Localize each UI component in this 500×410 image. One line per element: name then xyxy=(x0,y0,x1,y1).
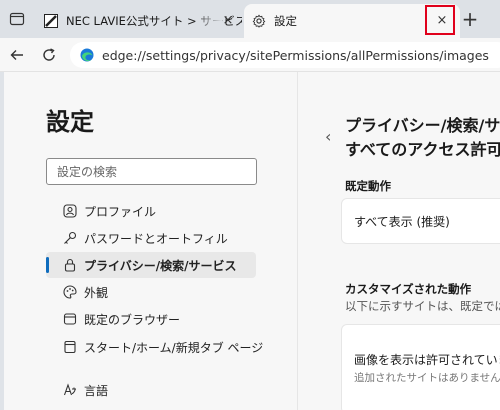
settings-page: 設定 プロファイル パスワードとオートフィル プライバシー/検索/サービス xyxy=(4,72,500,410)
chevron-left-icon[interactable]: ‹ xyxy=(325,127,331,146)
sidebar-item-label: プロファイル xyxy=(84,204,157,219)
default-behavior-label: 既定動作 xyxy=(345,179,391,193)
allowed-empty-text: 追加されたサイトはありません xyxy=(354,372,500,384)
page-title: 設定 xyxy=(46,108,94,136)
settings-main: ‹ プライバシー/検索/サービス すべてのアクセス許可 既定動作 すべて表示 (… xyxy=(299,72,500,410)
allowed-sites-card[interactable]: 画像を表示は許可されています 追加されたサイトはありません xyxy=(341,324,500,410)
new-tab-button[interactable]: + xyxy=(460,9,480,29)
gear-icon xyxy=(252,14,266,28)
key-icon xyxy=(62,230,78,246)
sidebar-item-label: プライバシー/検索/サービス xyxy=(84,258,237,273)
sidebar-item-appearance[interactable]: 外観 xyxy=(46,279,108,305)
sidebar-item-profile[interactable]: プロファイル xyxy=(46,198,156,224)
tab-actions-menu-icon[interactable] xyxy=(8,10,26,28)
language-icon xyxy=(62,382,78,398)
tab-nec-lavie[interactable]: NEC LAVIE公式サイト > サービス&サポート × xyxy=(36,4,242,38)
edge-logo-icon xyxy=(80,48,94,62)
section-title: プライバシー/検索/サービス xyxy=(345,116,500,135)
lock-icon xyxy=(62,257,78,273)
settings-search-input[interactable] xyxy=(46,158,257,185)
sidebar-item-label: スタート/ホーム/新規タブ ページ xyxy=(84,340,264,355)
address-bar[interactable]: edge://settings/privacy/sitePermissions/… xyxy=(70,42,500,68)
active-indicator xyxy=(46,257,49,273)
sidebar-item-default-browser[interactable]: 既定のブラウザー xyxy=(46,306,180,332)
sidebar-item-privacy[interactable]: プライバシー/検索/サービス xyxy=(46,252,256,278)
profile-icon xyxy=(62,203,78,219)
nec-favicon-icon xyxy=(44,14,58,28)
sidebar-item-label: 言語 xyxy=(84,383,109,398)
default-behavior-value: すべて表示 (推奨) xyxy=(354,215,450,229)
tab-title: 設定 xyxy=(274,14,297,28)
back-button[interactable] xyxy=(6,44,28,66)
sidebar-item-label: 既定のブラウザー xyxy=(84,312,181,327)
custom-behavior-label: カスタマイズされた動作 xyxy=(345,282,472,296)
palette-icon xyxy=(62,284,78,300)
reload-button[interactable] xyxy=(38,44,60,66)
home-tab-icon xyxy=(62,339,78,355)
custom-behavior-description: 以下に示すサイトは、既定ではなくカスタム設定に従います xyxy=(345,299,500,313)
sidebar-item-label: パスワードとオートフィル xyxy=(84,231,228,246)
sidebar-item-language[interactable]: 言語 xyxy=(46,377,108,403)
arrow-left-icon xyxy=(10,50,23,60)
refresh-icon xyxy=(43,48,55,61)
close-tab-icon[interactable]: × xyxy=(220,13,236,29)
allowed-title: 画像を表示は許可されています xyxy=(354,353,500,367)
sidebar-item-passwords[interactable]: パスワードとオートフィル xyxy=(46,225,228,251)
url-text: edge://settings/privacy/sitePermissions/… xyxy=(102,47,489,63)
section-subtitle: すべてのアクセス許可 xyxy=(345,140,500,159)
settings-sidebar: 設定 プロファイル パスワードとオートフィル プライバシー/検索/サービス xyxy=(4,72,298,410)
close-tab-highlight xyxy=(425,5,455,35)
sidebar-item-label: 外観 xyxy=(84,285,109,300)
tab-strip: NEC LAVIE公式サイト > サービス&サポート × 設定 × + xyxy=(0,0,500,38)
toolbar: edge://settings/privacy/sitePermissions/… xyxy=(0,38,500,72)
browser-icon xyxy=(62,311,78,327)
default-behavior-card[interactable]: すべて表示 (推奨) xyxy=(341,198,500,244)
sidebar-item-start-home-newtab[interactable]: スタート/ホーム/新規タブ ページ xyxy=(46,334,263,360)
